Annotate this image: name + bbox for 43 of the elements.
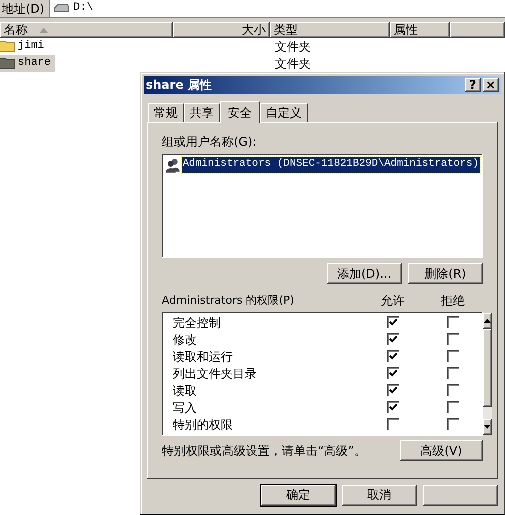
help-button[interactable]: ? <box>465 78 481 92</box>
permission-name: 读取和运行 <box>173 348 234 366</box>
scroll-down-icon <box>484 425 491 429</box>
folder-icon <box>0 57 16 70</box>
user-group-icon <box>165 157 181 173</box>
scroll-up-icon <box>484 319 491 323</box>
dialog-button[interactable]: 确定 <box>261 484 336 506</box>
window-title: share 属性 <box>146 77 212 94</box>
advanced-button[interactable]: 高级(V) <box>400 440 483 461</box>
allow-header: 允许 <box>380 293 406 310</box>
tab[interactable]: 共享 <box>184 103 220 122</box>
column-header[interactable]: 名称 <box>0 22 173 38</box>
permission-name: 完全控制 <box>173 314 222 332</box>
dialog-button[interactable] <box>423 484 498 506</box>
user-item[interactable]: Administrators (DNSEC-11821B29D\Administrators) <box>182 157 480 173</box>
tab[interactable]: 常规 <box>148 103 184 122</box>
tab[interactable]: 自定义 <box>260 103 308 122</box>
type-cell-text: 文件夹 <box>274 56 312 72</box>
column-header[interactable]: 属性 <box>390 22 450 38</box>
scrollbar[interactable] <box>483 313 492 435</box>
type-cell-text: 文件夹 <box>274 38 312 56</box>
file-item[interactable]: jimi <box>0 38 48 55</box>
folder-icon <box>0 40 16 53</box>
dialog-button[interactable]: 取消 <box>342 484 417 506</box>
permission-name: 特别的权限 <box>173 416 234 434</box>
permission-name: 列出文件夹目录 <box>173 366 258 382</box>
column-header[interactable]: 大小 <box>173 22 270 38</box>
permission-name: 读取 <box>173 382 198 400</box>
group-label: 组或用户名称(G): <box>162 134 258 151</box>
file-item[interactable]: share <box>0 55 56 72</box>
permissions-label: Administrators 的权限(P) <box>162 292 296 309</box>
address-field[interactable]: D:\ <box>50 0 505 17</box>
advanced-note: 特别权限或高级设置，请单击“高级”。 <box>162 442 366 460</box>
deny-header: 拒绝 <box>440 293 466 310</box>
tab[interactable]: 安全 <box>220 101 260 123</box>
add-button[interactable]: 添加(D)... <box>327 263 402 284</box>
permission-name: 写入 <box>173 400 198 416</box>
close-button[interactable]: × <box>483 78 499 92</box>
column-header[interactable]: 类型 <box>270 22 390 38</box>
remove-button[interactable]: 删除(R) <box>408 263 483 284</box>
drive-icon <box>54 4 70 14</box>
permission-name: 修改 <box>173 332 198 348</box>
sort-up-icon <box>40 28 48 32</box>
